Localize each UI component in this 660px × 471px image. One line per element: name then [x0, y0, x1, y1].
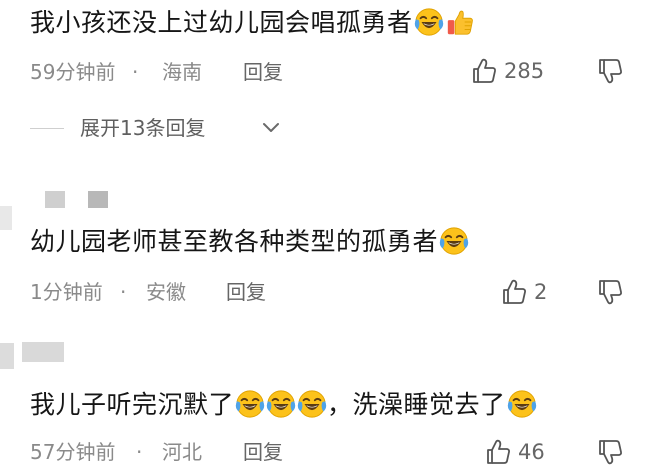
- thumbs-down-icon[interactable]: [596, 278, 624, 306]
- laugh-cry-emoji-icon: [266, 389, 296, 419]
- laugh-cry-emoji-icon: [235, 389, 265, 419]
- thumbs-up-icon: [470, 57, 498, 85]
- like-button[interactable]: 285: [470, 56, 560, 86]
- like-button[interactable]: 46: [484, 437, 554, 467]
- reply-button[interactable]: 回复: [243, 57, 283, 87]
- comment-time: 57分钟前: [30, 440, 116, 464]
- comment-location: 安徽: [146, 280, 186, 304]
- comment-time: 1分钟前: [30, 280, 103, 304]
- meta-separator: ·: [132, 60, 139, 84]
- username-redacted: [88, 191, 108, 208]
- meta-separator: ·: [136, 440, 143, 464]
- like-count: 285: [504, 59, 545, 83]
- avatar[interactable]: [0, 343, 14, 369]
- comment-body: 我儿子听完沉默了: [30, 390, 235, 419]
- comment-location: 河北: [162, 440, 202, 464]
- comment-text: 我儿子听完沉默了 ，洗澡睡觉去了: [30, 388, 537, 422]
- reply-button[interactable]: 回复: [243, 437, 283, 467]
- thumbs-up-emoji-icon: [445, 7, 475, 37]
- comment-body-continued: ，洗澡睡觉去了: [327, 390, 506, 419]
- thumbs-up-icon: [484, 438, 512, 466]
- laugh-cry-emoji-icon: [507, 389, 537, 419]
- comment-meta: 59分钟前 · 海南 回复: [30, 57, 450, 87]
- comment-text: 我小孩还没上过幼儿园会唱孤勇者: [30, 6, 475, 40]
- comment-meta: 1分钟前 · 安徽 回复: [30, 277, 450, 307]
- like-count: 2: [534, 280, 548, 304]
- laugh-cry-emoji-icon: [297, 389, 327, 419]
- chevron-down-icon: [263, 123, 279, 132]
- thumbs-down-icon[interactable]: [596, 57, 624, 85]
- reply-button[interactable]: 回复: [226, 277, 266, 307]
- comment-body: 我小孩还没上过幼儿园会唱孤勇者: [30, 8, 413, 37]
- comment-meta: 57分钟前 · 河北 回复: [30, 437, 450, 467]
- laugh-cry-emoji-icon: [414, 7, 444, 37]
- laugh-cry-emoji-icon: [439, 226, 469, 256]
- expand-divider: [30, 128, 64, 129]
- comment-text: 幼儿园老师甚至教各种类型的孤勇者: [30, 225, 469, 259]
- avatar[interactable]: [0, 206, 12, 230]
- username-redacted: [22, 342, 64, 362]
- like-button[interactable]: 2: [500, 277, 560, 307]
- meta-separator: ·: [120, 280, 127, 304]
- like-count: 46: [518, 440, 545, 464]
- comment-location: 海南: [162, 60, 202, 84]
- expand-replies-label: 展开13条回复: [80, 116, 206, 140]
- thumbs-up-icon: [500, 278, 528, 306]
- comment-time: 59分钟前: [30, 60, 116, 84]
- comment-body: 幼儿园老师甚至教各种类型的孤勇者: [30, 227, 439, 256]
- thumbs-down-icon[interactable]: [596, 438, 624, 466]
- username-redacted: [45, 191, 65, 208]
